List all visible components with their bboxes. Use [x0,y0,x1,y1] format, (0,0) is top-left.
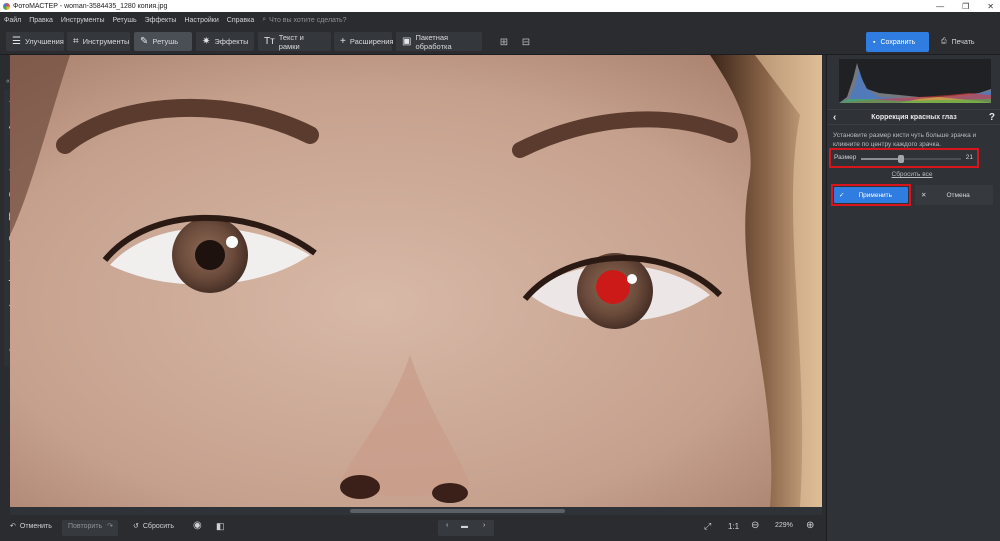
tab-effects-label: Эффекты [214,37,249,46]
fit-screen-icon[interactable]: ⤢ [704,521,711,532]
main-toolbar: ☰ Улучшения ⌗ Инструменты ✎ Ретушь ✷ Эфф… [0,28,1000,55]
brush-size-slider[interactable] [861,155,961,163]
minimize-button[interactable]: — [936,2,944,11]
save-icon: ▪ [873,38,876,46]
file-navigation: ‹ ▬ › [438,520,494,536]
undo-button[interactable]: ↶ Отменить [10,522,52,531]
brush-icon: ✎ [140,36,149,47]
panel-title: Коррекция красных глаз [871,113,957,121]
eye-icon[interactable]: ◉ [193,520,202,531]
undo-icon: ↶ [10,523,16,530]
back-arrow-icon[interactable]: ‹ [833,112,836,123]
compare-icon[interactable]: ⊞ [496,34,512,50]
panel-hint: Установите размер кисти чуть больше зрач… [833,132,977,148]
tab-tools[interactable]: ⌗ Инструменты [67,32,130,51]
tab-enhance[interactable]: ☰ Улучшения [6,32,64,51]
cancel-label: Отмена [946,191,970,199]
folder-icon[interactable]: ▬ [461,523,468,530]
brush-size-label: Размер [834,154,857,161]
save-label: Сохранить [880,38,916,46]
brush-size-row: Размер 21 [829,148,979,168]
tab-text-frames-label: Текст и рамки [278,32,304,51]
menu-tools[interactable]: Инструменты [61,17,105,24]
menu-bar: Файл Правка Инструменты Ретушь Эффекты Н… [0,12,1000,28]
menu-effects[interactable]: Эффекты [145,17,177,24]
prev-file-icon[interactable]: ‹ [446,522,448,529]
window-title: ФотоМАСТЕР - woman-3584435_1280 копия.jp… [13,2,168,10]
history-icon[interactable]: ⊟ [518,34,534,50]
tab-batch[interactable]: ▣ Пакетная обработка [396,32,482,51]
histogram [839,59,991,103]
redo-button[interactable]: Повторить ↷ [62,520,118,536]
zoom-level: 229% [775,522,793,529]
check-icon: ✓ [839,192,845,199]
photo-image [10,55,822,507]
brush-size-value: 21 [965,154,973,161]
app-logo-icon [3,2,10,10]
apply-button[interactable]: ✓ Применить [834,187,908,203]
menu-help[interactable]: Справка [227,17,254,24]
help-icon[interactable]: ? [989,112,995,123]
sparkle-icon: ✷ [202,36,211,47]
tab-tools-label: Инструменты [82,37,130,46]
reset-icon: ↺ [133,523,139,530]
search-icon: ⌕ [262,16,267,23]
photo-canvas[interactable] [10,55,822,507]
zoom-in-icon[interactable]: ⊕ [806,520,814,531]
collapse-tools-icon[interactable]: « [6,78,10,85]
tab-enhance-label: Улучшения [24,37,64,46]
close-icon: ✕ [921,192,927,199]
bottom-bar: ↶ Отменить Повторить ↷ ↺ Сбросить ◉ ◧ ‹ … [0,515,826,541]
brush-size-knob[interactable] [898,155,904,163]
tab-retouch-label: Ретушь [152,37,179,46]
menu-retouch[interactable]: Ретушь [113,17,137,24]
menu-settings[interactable]: Настройки [184,17,218,24]
menu-edit[interactable]: Правка [29,17,53,24]
redo-icon: ↷ [107,523,113,530]
tab-extensions-label: Расширения [349,37,394,46]
split-view-icon[interactable]: ◧ [216,521,225,532]
print-button[interactable]: ⎙ Печать [936,32,992,52]
reset-label: Сбросить [142,522,174,530]
right-panel: ‹ Коррекция красных глаз ? Установите ра… [826,55,1000,541]
tab-batch-label: Пакетная обработка [415,32,452,51]
tab-effects[interactable]: ✷ Эффекты [196,32,254,51]
menu-search[interactable]: ⌕ Что вы хотите сделать? [262,16,346,24]
crop-icon: ⌗ [73,36,79,47]
window-controls: — ❐ ✕ [936,0,994,12]
reset-all-link[interactable]: Сбросить все [827,171,997,178]
sliders-icon: ☰ [12,36,21,47]
next-file-icon[interactable]: › [483,522,485,529]
tab-text-frames[interactable]: Tт Текст и рамки [258,32,331,51]
reset-button[interactable]: ↺ Сбросить [133,522,174,531]
print-label: Печать [951,38,975,46]
maximize-button[interactable]: ❐ [962,2,969,11]
batch-icon: ▣ [402,36,412,47]
apply-label: Применить [858,191,893,199]
save-button[interactable]: ▪ Сохранить [866,32,929,52]
menu-file[interactable]: Файл [4,17,21,24]
title-bar: ФотоМАСТЕР - woman-3584435_1280 копия.jp… [0,0,1000,12]
print-icon: ⎙ [941,38,947,45]
zoom-out-icon[interactable]: ⊖ [751,520,759,531]
panel-header: ‹ Коррекция красных глаз ? [827,109,1000,125]
horizontal-scrollbar[interactable] [10,507,822,515]
scroll-thumb[interactable] [350,509,565,513]
cancel-button[interactable]: ✕ Отмена [915,185,993,205]
actual-size-button[interactable]: 1:1 [728,522,739,531]
tab-extensions[interactable]: + Расширения [334,32,394,51]
close-button[interactable]: ✕ [987,2,994,11]
brush-size-fill [861,158,901,160]
plus-icon: + [340,36,346,47]
undo-label: Отменить [19,522,52,530]
apply-highlight: ✓ Применить [831,184,911,206]
tab-retouch[interactable]: ✎ Ретушь [134,32,192,51]
redo-label: Повторить [68,523,103,530]
search-placeholder: Что вы хотите сделать? [269,16,347,24]
text-icon: Tт [264,36,275,47]
